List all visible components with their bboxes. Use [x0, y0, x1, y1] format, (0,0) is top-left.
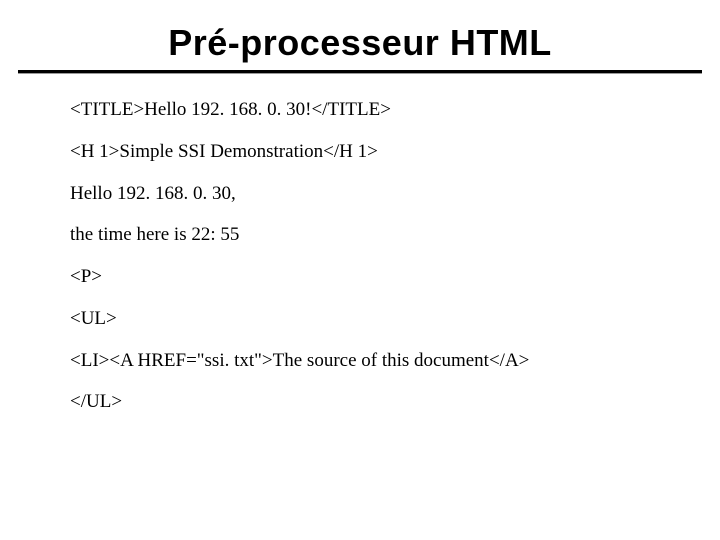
- slide-title: Pré-processeur HTML: [0, 22, 720, 64]
- code-line: <LI><A HREF="ssi. txt">The source of thi…: [70, 349, 660, 373]
- code-line: </UL>: [70, 390, 660, 414]
- title-area: Pré-processeur HTML: [0, 22, 720, 74]
- code-line: the time here is 22: 55: [70, 223, 660, 247]
- title-underline: [18, 70, 702, 74]
- code-line: <P>: [70, 265, 660, 289]
- code-line: Hello 192. 168. 0. 30,: [70, 182, 660, 206]
- code-body: <TITLE>Hello 192. 168. 0. 30!</TITLE> <H…: [70, 98, 660, 432]
- code-line: <UL>: [70, 307, 660, 331]
- slide: Pré-processeur HTML <TITLE>Hello 192. 16…: [0, 0, 720, 540]
- code-line: <H 1>Simple SSI Demonstration</H 1>: [70, 140, 660, 164]
- code-line: <TITLE>Hello 192. 168. 0. 30!</TITLE>: [70, 98, 660, 122]
